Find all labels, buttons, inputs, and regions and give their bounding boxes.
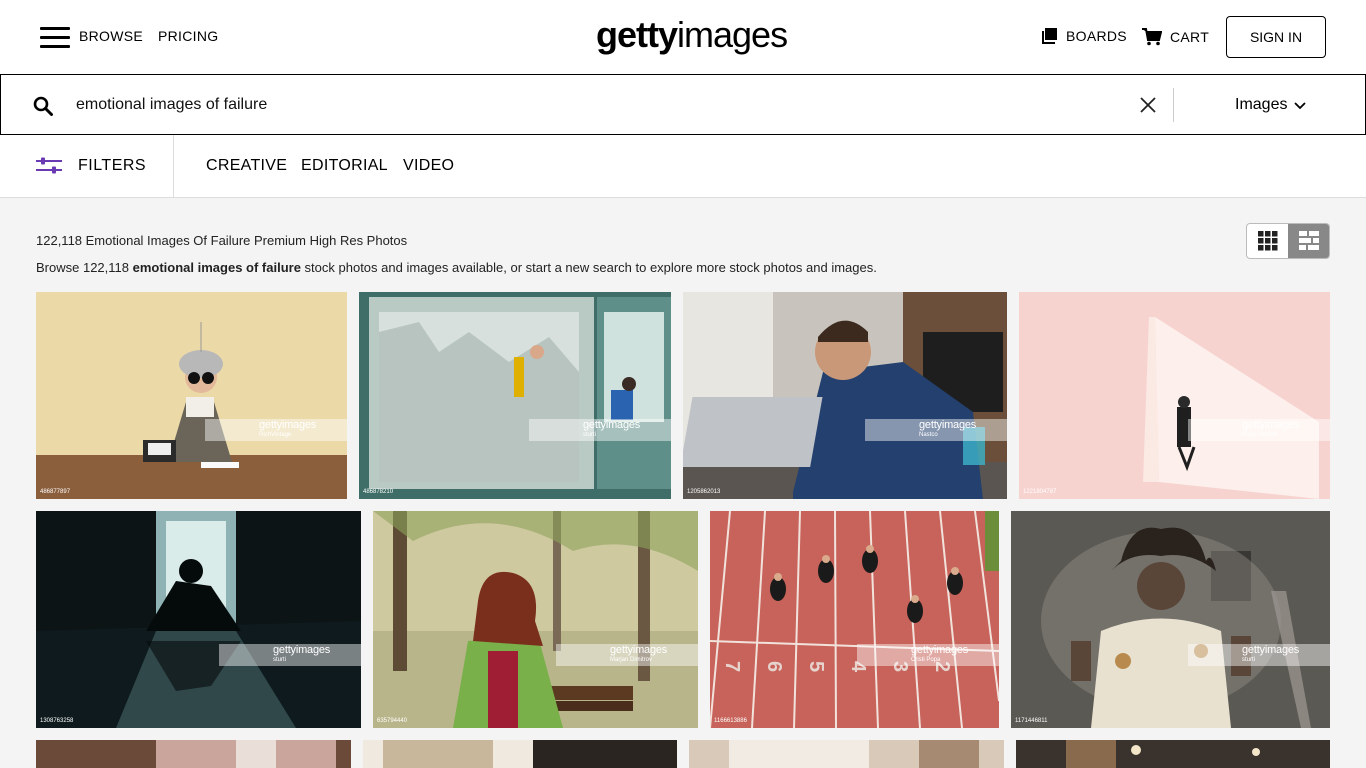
photo-credit: Klaus Vedfelt [1242,432,1278,438]
search-input[interactable] [76,91,1116,119]
svg-text:7: 7 [721,661,743,672]
watermark: gettyimages sturti [529,419,671,441]
filters-button[interactable]: FILTERS [0,135,174,197]
image-id: 1171446811 [1015,718,1048,724]
image-id: 1166613886 [714,718,747,724]
image-tile[interactable]: gettyimages RichVintage 486877897 [36,292,347,499]
view-toggle [1246,223,1330,259]
search-divider [1173,88,1174,122]
results-description: Browse 122,118 emotional images of failu… [36,260,877,275]
svg-text:5: 5 [805,661,827,672]
desc-prefix: Browse 122,118 [36,260,133,275]
watermark-logo: gettyimages [610,644,668,656]
image-tile[interactable] [1016,740,1330,768]
photo-pink-door [1019,292,1330,499]
photo-credit: Marjan Dimitrov [610,657,653,663]
image-id: 1205862013 [687,489,721,495]
photo-running-track: 7 6 5 4 3 2 [710,511,999,728]
grid-icon [1257,231,1277,251]
logo-light: images [677,14,788,55]
watermark-logo: gettyimages [919,419,977,431]
image-id: 1308763258 [40,718,74,724]
logo-bold: getty [596,14,678,55]
tab-editorial[interactable]: EDITORIAL [301,157,388,175]
chevron-down-icon [1294,102,1307,110]
image-tile[interactable]: gettyimages Nastco 1205862013 [683,292,1007,499]
photo-paper-office [359,292,671,499]
desc-suffix: stock photos and images available, or st… [300,260,877,275]
image-id: 635794440 [377,718,408,724]
top-nav: BROWSE PRICING gettyimages BOARDS CART S… [0,0,1366,74]
image-id: 1221804787 [1023,489,1057,495]
watermark: gettyimages RichVintage [205,419,347,441]
cart-icon [1142,28,1162,46]
watermark-logo: gettyimages [1242,644,1300,656]
watermark: gettyimages Klaus Vedfelt [1188,419,1330,441]
image-id: 486878210 [363,489,394,495]
desc-query: emotional images of failure [132,260,301,275]
cart-link[interactable]: CART [1142,28,1209,46]
svg-text:6: 6 [763,661,785,672]
sign-in-button[interactable]: SIGN IN [1226,16,1326,58]
image-tile[interactable]: gettyimages Marjan Dimitrov 635794440 [373,511,698,728]
search-icon[interactable] [33,96,53,116]
watermark-logo: gettyimages [911,644,969,656]
image-id: 486877897 [40,489,71,495]
media-type-select[interactable]: Images [1235,96,1307,114]
watermark-logo: gettyimages [583,419,641,431]
boards-icon [1042,28,1057,44]
cart-label: CART [1170,29,1210,45]
image-tile[interactable]: gettyimages sturti 1171446811 [1011,511,1330,728]
boards-label: BOARDS [1066,28,1127,44]
photo-woman-bench [373,511,698,728]
close-icon[interactable] [1140,97,1156,113]
photo-electrocuted-man [1011,511,1330,728]
mosaic-view-button[interactable] [1288,224,1329,258]
tab-video[interactable]: VIDEO [403,157,454,175]
photo-credit: RichVintage [259,432,292,438]
grid-view-button[interactable] [1247,224,1288,258]
photo-partial [363,740,677,768]
photo-credit: Cristi Popa [911,657,941,663]
getty-logo[interactable]: gettyimages [596,14,788,56]
image-tile[interactable] [363,740,677,768]
browse-link[interactable]: BROWSE [79,28,143,44]
sliders-icon [36,157,62,174]
watermark-logo: gettyimages [273,644,331,656]
image-tile[interactable]: gettyimages Klaus Vedfelt 1221804787 [1019,292,1330,499]
photo-credit: sturti [273,657,287,663]
pricing-link[interactable]: PRICING [158,28,218,44]
image-tile[interactable]: gettyimages sturti 1308763258 [36,511,361,728]
filters-label: FILTERS [78,157,147,174]
watermark: gettyimages Cristi Popa [857,644,999,666]
filter-bar: FILTERS CREATIVE EDITORIAL VIDEO [0,135,1366,198]
photo-partial [689,740,1004,768]
menu-icon[interactable] [40,27,70,48]
image-tile[interactable]: gettyimages sturti 486878210 [359,292,671,499]
watermark: gettyimages Nastco [865,419,1007,441]
photo-credit: Nastco [919,432,938,438]
photo-credit: sturti [583,432,597,438]
watermark: gettyimages sturti [1188,644,1330,666]
photo-credit: sturti [1242,657,1256,663]
search-bar: Images [0,74,1366,135]
media-type-label: Images [1235,96,1288,113]
photo-helmet-man [36,292,347,499]
tab-creative[interactable]: CREATIVE [206,157,287,175]
photo-partial [36,740,351,768]
watermark: gettyimages Marjan Dimitrov [556,644,698,666]
image-tile[interactable] [689,740,1004,768]
watermark-logo: gettyimages [1242,419,1300,431]
image-tile[interactable] [36,740,351,768]
photo-tired-man-laptop [683,292,1007,499]
photo-partial [1016,740,1330,768]
watermark-logo: gettyimages [259,419,317,431]
image-tile[interactable]: 7 6 5 4 3 2 gettyimages Cristi Popa 11666… [710,511,999,728]
results-title: 122,118 Emotional Images Of Failure Prem… [36,233,408,248]
photo-sad-silhouette [36,511,361,728]
watermark: gettyimages sturti [219,644,361,666]
mosaic-icon [1298,231,1319,250]
boards-link[interactable]: BOARDS [1042,28,1127,44]
